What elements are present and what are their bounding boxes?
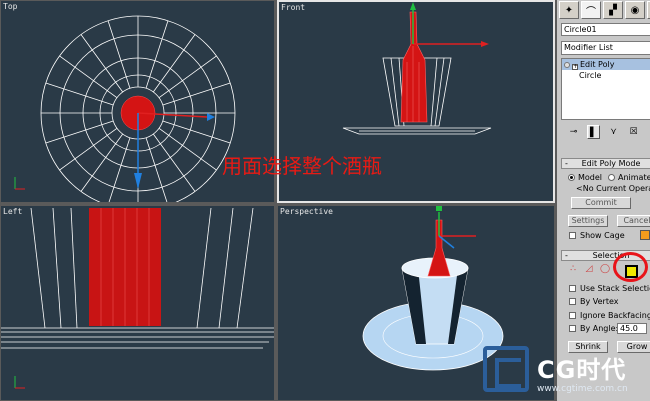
motion-tab-icon[interactable]: ◉	[625, 1, 645, 19]
create-tab-icon[interactable]: ✦	[559, 1, 579, 19]
axis-gizmo-left	[14, 376, 25, 389]
modify-tab-icon[interactable]: ⌒	[581, 1, 601, 19]
make-unique-icon[interactable]: ⋎	[607, 125, 620, 139]
pin-stack-icon[interactable]: ⊸	[567, 125, 580, 139]
remove-modifier-icon[interactable]: ☒	[627, 125, 640, 139]
by-vertex-checkbox[interactable]: By Vertex	[569, 297, 618, 306]
stack-item-circle[interactable]: Circle	[562, 70, 650, 81]
stack-tools: ⊸ ▌ ⋎ ☒ ▤	[561, 124, 650, 140]
commit-button[interactable]: Commit	[571, 197, 631, 209]
modifier-list-dropdown[interactable]: Modifier List	[561, 41, 650, 55]
current-operation-text: <No Current Operation>	[576, 184, 650, 193]
cage-color-swatch[interactable]	[640, 230, 650, 240]
modifier-stack[interactable]: + Edit Poly Circle	[561, 58, 650, 120]
by-angle-checkbox[interactable]: By Angle:	[569, 324, 618, 333]
subobject-level-icons: ∴ ◿ ◯	[567, 263, 611, 275]
stack-item-edit-poly[interactable]: + Edit Poly	[562, 59, 650, 70]
border-icon[interactable]: ◯	[599, 263, 611, 275]
vertex-icon[interactable]: ∴	[567, 263, 579, 275]
show-cage-checkbox[interactable]: Show Cage	[569, 231, 625, 240]
perspective-view-model	[362, 206, 504, 371]
command-panel-tabs: ✦ ⌒ ▞ ◉ ▣	[559, 1, 650, 19]
left-view-wireframe	[1, 207, 274, 389]
grow-button[interactable]: Grow	[617, 341, 650, 353]
shrink-button[interactable]: Shrink	[568, 341, 608, 353]
animate-radio[interactable]: Animate	[608, 173, 650, 182]
command-panel: ✦ ⌒ ▞ ◉ ▣ Circle01 Modifier List +Edit P…	[557, 0, 650, 401]
cancel-button[interactable]: Cancel	[617, 215, 650, 227]
ignore-backfacing-checkbox[interactable]: Ignore Backfacing	[569, 311, 650, 320]
lightbulb-icon[interactable]	[564, 62, 570, 68]
axis-gizmo-top	[14, 177, 25, 190]
model-radio[interactable]: Model	[568, 173, 602, 182]
hierarchy-tab-icon[interactable]: ▞	[603, 1, 623, 19]
settings-button[interactable]: Settings	[568, 215, 608, 227]
selected-bottle-front	[400, 11, 428, 123]
viewport-perspective[interactable]: Perspective	[277, 205, 555, 401]
by-angle-spinner[interactable]: 45.0	[617, 323, 647, 334]
annotation-text: 用面选择整个酒瓶	[222, 154, 382, 178]
expand-icon[interactable]: +	[572, 64, 578, 70]
object-name-field[interactable]: Circle01	[561, 23, 650, 36]
edge-icon[interactable]: ◿	[583, 263, 595, 275]
show-end-result-icon[interactable]: ▌	[587, 125, 600, 139]
rollout-edit-poly-mode[interactable]: - Edit Poly Mode	[561, 158, 650, 169]
viewport-left[interactable]: Left	[0, 205, 275, 401]
use-stack-selection-checkbox[interactable]: Use Stack Selection	[569, 284, 650, 293]
highlight-circle	[613, 252, 648, 282]
